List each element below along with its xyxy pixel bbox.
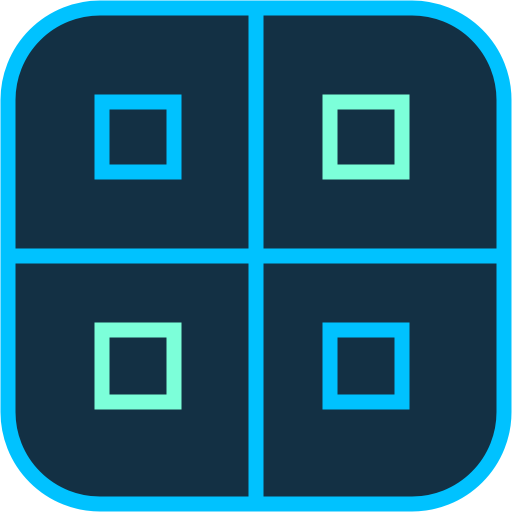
grid-layout-icon <box>0 0 512 512</box>
grid-layout-icon-graphic <box>0 0 512 512</box>
